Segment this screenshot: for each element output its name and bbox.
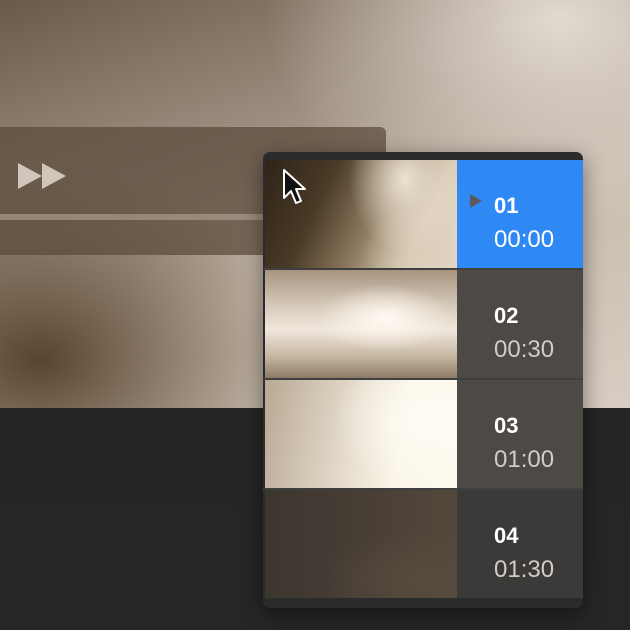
chapter-item-01[interactable]: 01 00:00: [263, 160, 583, 268]
fast-forward-icon[interactable]: [18, 161, 70, 191]
chapter-item-04[interactable]: 04 01:30: [263, 490, 583, 598]
chapter-time: 01:00: [494, 446, 555, 473]
chapter-info: 04 01:30: [457, 490, 583, 598]
chapter-number: 03: [494, 413, 519, 438]
chapter-time: 00:00: [494, 226, 555, 253]
chapter-time: 00:30: [494, 336, 555, 363]
chapter-thumbnail: [265, 270, 457, 378]
chapter-item-02[interactable]: 02 00:30: [263, 270, 583, 378]
chapter-info: 02 00:30: [457, 270, 583, 378]
chapter-info: 03 01:00: [457, 380, 583, 488]
chapter-info: 01 00:00: [457, 160, 583, 268]
chapter-number: 01: [494, 193, 519, 218]
chapter-menu: 01 00:00 02 00:30 03 01:00 04 01:30: [263, 152, 583, 608]
chapter-number: 04: [494, 523, 519, 548]
chapter-time: 01:30: [494, 556, 555, 583]
chapter-item-03[interactable]: 03 01:00: [263, 380, 583, 488]
chapter-number: 02: [494, 303, 519, 328]
chapter-thumbnail: [265, 490, 457, 598]
chapter-thumbnail: [265, 380, 457, 488]
mouse-pointer-icon: [283, 169, 306, 204]
play-marker-icon: [470, 194, 482, 208]
